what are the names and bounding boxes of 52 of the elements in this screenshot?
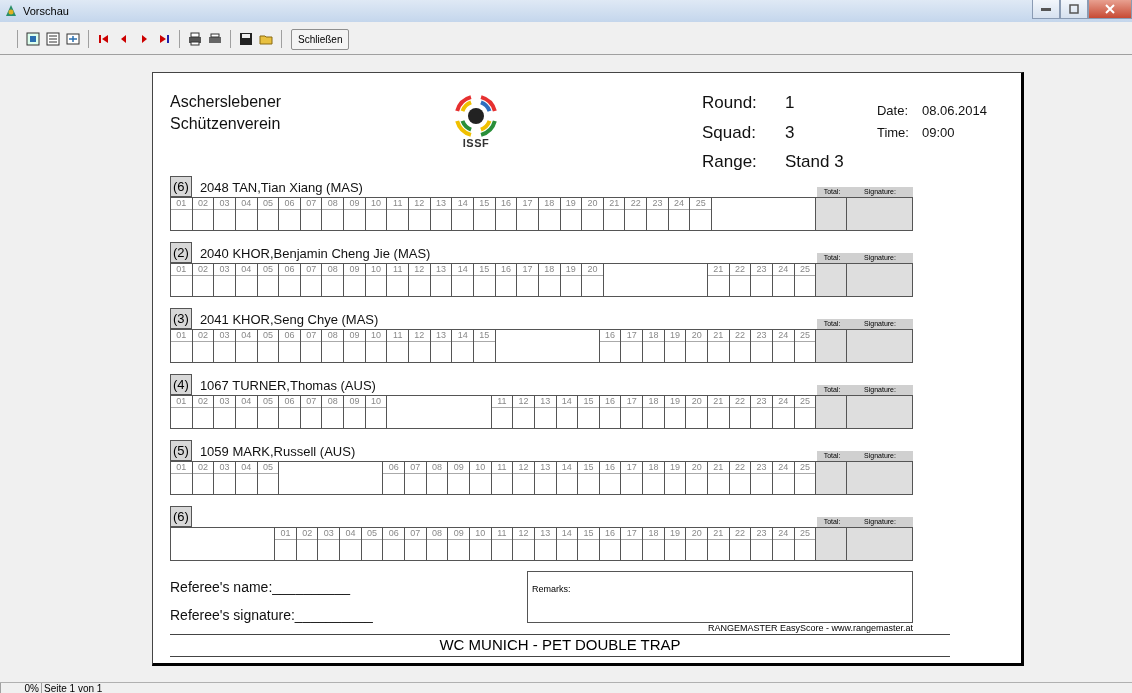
target-icon <box>454 95 498 137</box>
referee-name-line: Referee's name:__________ <box>170 579 352 595</box>
meta-label: Time: <box>876 125 910 140</box>
shooter-name: 2041 KHOR,Seng Chye (MAS) <box>199 312 379 329</box>
info-value: 1 <box>785 93 796 114</box>
signature-field <box>847 461 913 495</box>
signature-field <box>847 197 913 231</box>
shooter-name: 2048 TAN,Tian Xiang (MAS) <box>199 180 363 197</box>
shooter-name: 2040 KHOR,Benjamin Cheng Jie (MAS) <box>199 246 431 263</box>
window-title: Vorschau <box>23 5 69 17</box>
club-name: Ascherslebener <box>170 93 283 111</box>
position-badge: (6) <box>170 176 192 197</box>
printer-icon[interactable] <box>187 31 203 47</box>
shooter-name: 1059 MARK,Russell (AUS) <box>199 444 356 461</box>
app-icon <box>4 4 18 18</box>
maximize-button[interactable] <box>1060 0 1088 19</box>
club-name: Schützenverein <box>170 115 282 133</box>
credit-text: RANGEMASTER EasyScore - www.rangemaster.at <box>707 623 913 633</box>
zoom-level: 0% <box>0 683 41 693</box>
close-preview-button[interactable]: Schließen <box>291 28 350 50</box>
info-value: Stand 3 <box>785 152 844 174</box>
minimize-icon <box>1041 7 1051 11</box>
fit-page-icon[interactable] <box>65 31 81 47</box>
signature-field <box>847 395 913 429</box>
page-icon[interactable] <box>25 31 41 47</box>
meta-value: 09:00 <box>921 125 956 140</box>
position-badge: (4) <box>170 374 192 395</box>
minimize-button[interactable] <box>1032 0 1060 19</box>
maximize-icon <box>1069 4 1079 14</box>
page-indicator: Seite 1 von 1 <box>41 683 105 693</box>
signature-field <box>847 329 913 363</box>
shooter-name: 1067 TURNER,Thomas (AUS) <box>199 378 376 395</box>
info-label: Round: <box>702 93 758 114</box>
signature-field <box>847 263 913 297</box>
info-value: 3 <box>785 122 796 144</box>
info-label: Range: <box>702 152 758 174</box>
list-icon[interactable] <box>45 31 61 47</box>
referee-signature-line: Referee's signature:__________ <box>170 607 374 623</box>
position-badge: (6) <box>170 506 192 527</box>
meta-value: 08.06.2014 <box>921 103 987 118</box>
remarks-label: Remarks: <box>532 584 571 594</box>
info-label: Squad: <box>702 122 757 144</box>
position-badge: (2) <box>170 242 192 263</box>
logo-text: ISSF <box>462 137 490 149</box>
signature-field <box>847 527 913 561</box>
event-title: WC MUNICH - PET DOUBLE TRAP <box>439 636 681 653</box>
save-icon[interactable] <box>238 31 254 47</box>
position-badge: (5) <box>170 440 192 461</box>
close-icon <box>1105 4 1115 14</box>
position-badge: (3) <box>170 308 192 329</box>
meta-label: Date: <box>876 103 909 118</box>
close-button[interactable] <box>1088 0 1132 19</box>
